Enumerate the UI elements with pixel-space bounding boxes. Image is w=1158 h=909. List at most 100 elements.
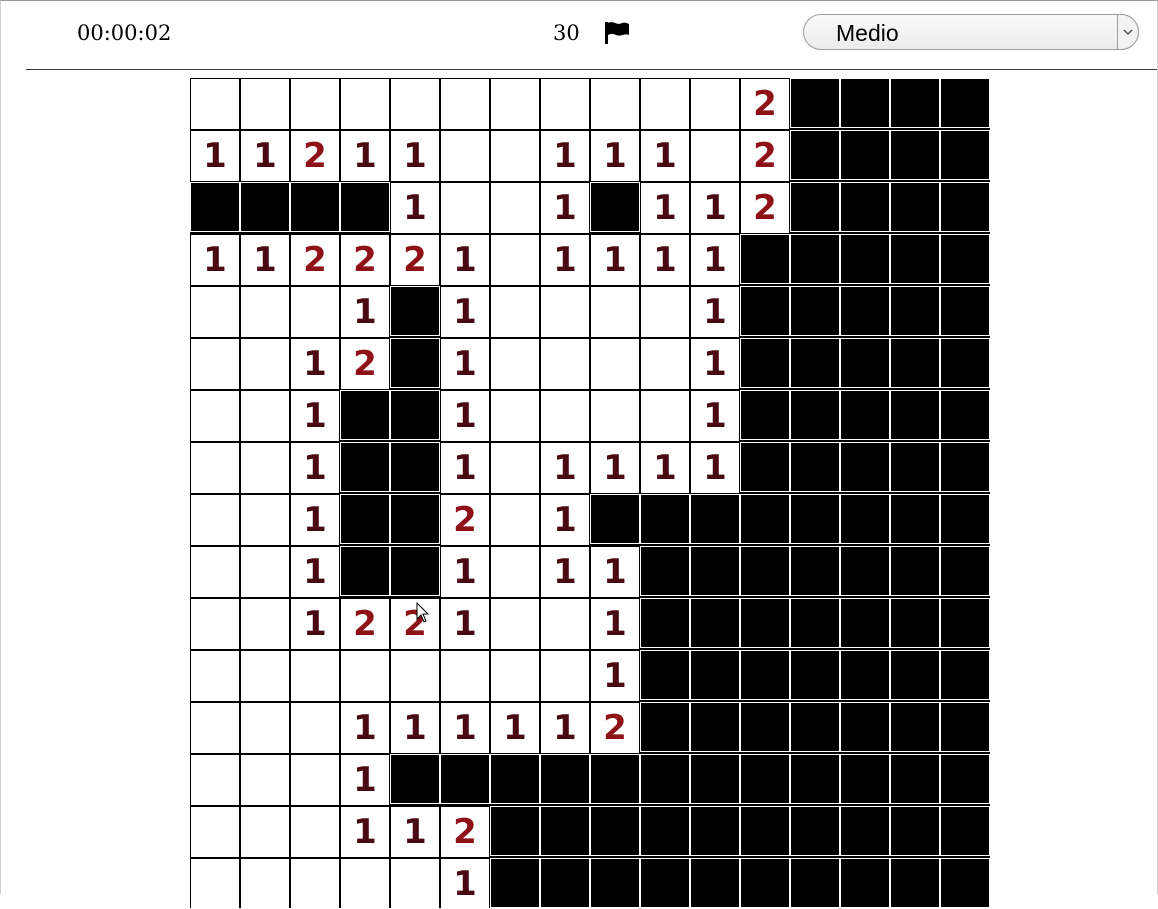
board-cell-hidden[interactable] <box>840 754 890 804</box>
board-cell-hidden[interactable] <box>940 806 990 856</box>
board-cell-number[interactable]: 2 <box>741 131 789 181</box>
board-cell-hidden[interactable] <box>640 806 690 856</box>
board-cell-hidden[interactable] <box>340 494 390 544</box>
board-cell-number[interactable]: 1 <box>341 703 389 753</box>
board-cell-number[interactable]: 1 <box>441 287 489 337</box>
board-cell-hidden[interactable] <box>840 182 890 232</box>
board-cell-hidden[interactable] <box>840 338 890 388</box>
board-cell-number[interactable]: 1 <box>691 391 739 441</box>
board-cell-hidden[interactable] <box>940 182 990 232</box>
board-cell-number[interactable]: 1 <box>341 287 389 337</box>
board-cell-hidden[interactable] <box>840 494 890 544</box>
board-cell-hidden[interactable] <box>740 650 790 700</box>
board-cell-empty[interactable] <box>191 755 239 805</box>
board-cell-number[interactable]: 1 <box>441 235 489 285</box>
board-cell-hidden[interactable] <box>590 182 640 232</box>
board-cell-empty[interactable] <box>191 599 239 649</box>
board-cell-hidden[interactable] <box>390 546 440 596</box>
board-cell-hidden[interactable] <box>790 78 840 128</box>
board-cell-hidden[interactable] <box>690 546 740 596</box>
board-cell-empty[interactable] <box>191 79 239 129</box>
board-cell-empty[interactable] <box>291 703 339 753</box>
board-cell-empty[interactable] <box>241 807 289 857</box>
board-cell-hidden[interactable] <box>840 130 890 180</box>
board-cell-number[interactable]: 1 <box>391 183 439 233</box>
board-cell-number[interactable]: 1 <box>291 443 339 493</box>
board-cell-number[interactable]: 1 <box>291 599 339 649</box>
board-cell-number[interactable]: 1 <box>391 131 439 181</box>
board-cell-hidden[interactable] <box>890 442 940 492</box>
board-cell-hidden[interactable] <box>790 858 840 908</box>
board-cell-hidden[interactable] <box>690 858 740 908</box>
board-cell-empty[interactable] <box>191 495 239 545</box>
board-cell-empty[interactable] <box>241 495 289 545</box>
board-cell-number[interactable]: 1 <box>341 131 389 181</box>
board-cell-empty[interactable] <box>591 339 639 389</box>
board-cell-empty[interactable] <box>191 287 239 337</box>
board-cell-hidden[interactable] <box>540 754 590 804</box>
board-cell-hidden[interactable] <box>790 546 840 596</box>
board-cell-number[interactable]: 1 <box>191 131 239 181</box>
board-cell-hidden[interactable] <box>690 650 740 700</box>
board-cell-empty[interactable] <box>491 495 539 545</box>
board-cell-hidden[interactable] <box>940 598 990 648</box>
board-cell-hidden[interactable] <box>840 546 890 596</box>
board-cell-hidden[interactable] <box>840 442 890 492</box>
board-cell-empty[interactable] <box>641 79 689 129</box>
board-cell-hidden[interactable] <box>740 286 790 336</box>
board-cell-empty[interactable] <box>191 391 239 441</box>
board-cell-number[interactable]: 1 <box>391 807 439 857</box>
board-cell-hidden[interactable] <box>690 806 740 856</box>
board-cell-empty[interactable] <box>491 599 539 649</box>
board-cell-hidden[interactable] <box>640 754 690 804</box>
board-cell-empty[interactable] <box>491 287 539 337</box>
board-cell-number[interactable]: 2 <box>341 339 389 389</box>
board-cell-hidden[interactable] <box>590 754 640 804</box>
board-cell-hidden[interactable] <box>390 338 440 388</box>
board-cell-hidden[interactable] <box>590 806 640 856</box>
board-cell-number[interactable]: 2 <box>391 599 439 649</box>
board-cell-number[interactable]: 1 <box>441 703 489 753</box>
board-cell-hidden[interactable] <box>390 390 440 440</box>
board-cell-hidden[interactable] <box>540 858 590 908</box>
board-cell-hidden[interactable] <box>740 546 790 596</box>
board-cell-empty[interactable] <box>591 287 639 337</box>
board-cell-number[interactable]: 1 <box>291 339 339 389</box>
board-cell-hidden[interactable] <box>740 338 790 388</box>
board-cell-number[interactable]: 1 <box>441 599 489 649</box>
board-cell-hidden[interactable] <box>790 182 840 232</box>
board-cell-hidden[interactable] <box>790 130 840 180</box>
board-cell-number[interactable]: 1 <box>341 755 389 805</box>
board-cell-number[interactable]: 2 <box>441 807 489 857</box>
board-cell-hidden[interactable] <box>840 858 890 908</box>
board-cell-hidden[interactable] <box>640 494 690 544</box>
board-cell-number[interactable]: 1 <box>691 287 739 337</box>
board-cell-hidden[interactable] <box>890 806 940 856</box>
board-cell-hidden[interactable] <box>940 546 990 596</box>
board-cell-hidden[interactable] <box>840 650 890 700</box>
board-cell-hidden[interactable] <box>790 390 840 440</box>
board-cell-empty[interactable] <box>291 755 339 805</box>
board-cell-empty[interactable] <box>241 79 289 129</box>
board-cell-number[interactable]: 1 <box>241 235 289 285</box>
board-cell-empty[interactable] <box>341 859 389 909</box>
board-cell-hidden[interactable] <box>940 78 990 128</box>
board-cell-hidden[interactable] <box>640 650 690 700</box>
board-cell-hidden[interactable] <box>240 182 290 232</box>
board-cell-hidden[interactable] <box>790 338 840 388</box>
board-cell-hidden[interactable] <box>840 598 890 648</box>
board-cell-number[interactable]: 2 <box>341 235 389 285</box>
board-cell-empty[interactable] <box>491 443 539 493</box>
board-cell-number[interactable]: 1 <box>441 443 489 493</box>
board-cell-number[interactable]: 1 <box>241 131 289 181</box>
board-cell-hidden[interactable] <box>340 546 390 596</box>
board-cell-hidden[interactable] <box>890 650 940 700</box>
board-cell-hidden[interactable] <box>840 78 890 128</box>
board-cell-number[interactable]: 1 <box>191 235 239 285</box>
board-cell-empty[interactable] <box>241 339 289 389</box>
board-cell-number[interactable]: 1 <box>291 547 339 597</box>
board-cell-empty[interactable] <box>241 755 289 805</box>
board-cell-number[interactable]: 1 <box>541 547 589 597</box>
board-cell-hidden[interactable] <box>190 182 240 232</box>
board-cell-number[interactable]: 1 <box>591 547 639 597</box>
